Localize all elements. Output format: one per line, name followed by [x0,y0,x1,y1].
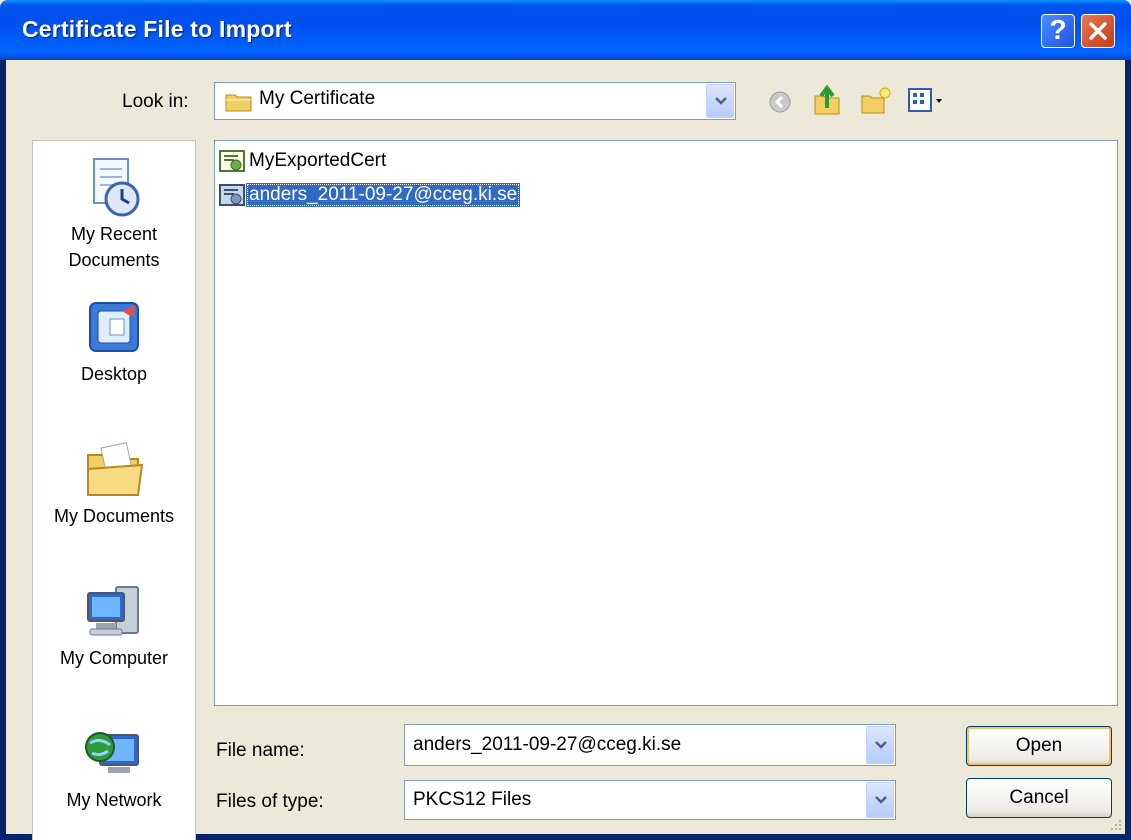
chevron-down-icon [715,97,727,105]
filename-dropdown-button[interactable] [866,726,894,764]
filename-label: File name: [216,740,305,761]
cancel-button[interactable]: Cancel [966,778,1112,818]
certificate-file-icon [219,150,245,172]
dialog-window: Certificate File to Import ? Look in: My… [0,0,1131,840]
chevron-down-icon [875,796,887,804]
place-label: Desktop [80,364,148,384]
open-button[interactable]: Open [966,726,1112,766]
my-network-icon [85,732,139,773]
place-label-line2: Documents [68,250,160,270]
folder-icon [225,94,252,112]
close-icon [1089,22,1107,40]
place-label: My Documents [53,506,175,526]
help-icon: ? [1049,14,1067,45]
dialog-client: Look in: My Certificate My Recent Docume… [6,60,1125,840]
recent-documents-icon [93,158,140,217]
view-menu-icon[interactable] [908,88,948,114]
chevron-down-icon [875,741,887,749]
file-list[interactable]: MyExportedCert anders_2011-09-27@cceg.ki… [214,140,1118,706]
list-item-selected[interactable]: anders_2011-09-27@cceg.ki.se [218,181,521,209]
place-my-network[interactable]: My Network [33,723,195,813]
filetype-value: PKCS12 Files [413,789,532,810]
help-button[interactable]: ? [1041,14,1075,48]
filename-combo[interactable]: anders_2011-09-27@cceg.ki.se [404,724,896,766]
filetype-label: Files of type: [216,791,324,812]
lookin-dropdown-button[interactable] [706,84,734,118]
certificate-file-icon [219,184,245,206]
lookin-value: My Certificate [259,88,376,109]
my-computer-icon [87,586,139,636]
place-desktop[interactable]: Desktop [33,297,195,387]
file-name: anders_2011-09-27@cceg.ki.se [246,183,521,207]
place-my-documents[interactable]: My Documents [33,439,195,529]
list-item[interactable]: MyExportedCert [218,147,389,175]
title-bar[interactable]: Certificate File to Import ? [0,0,1131,60]
new-folder-icon[interactable] [860,86,892,116]
filename-input[interactable]: anders_2011-09-27@cceg.ki.se [413,734,681,756]
my-documents-icon [87,442,144,496]
back-icon[interactable] [768,90,792,114]
lookin-combo[interactable]: My Certificate [214,82,736,120]
file-name: MyExportedCert [249,150,387,171]
up-folder-icon[interactable] [812,84,842,116]
place-label: My Network [66,790,162,810]
desktop-icon [89,302,139,352]
place-my-recent-documents[interactable]: My Recent Documents [33,157,195,273]
resize-grip-icon[interactable] [1107,816,1123,832]
filetype-combo[interactable]: PKCS12 Files [404,780,896,820]
place-label: My Recent [70,224,158,244]
lookin-label: Look in: [122,91,189,112]
filetype-dropdown-button[interactable] [866,782,894,818]
dialog-title: Certificate File to Import [22,16,292,42]
places-bar: My Recent Documents Desktop My Documents… [32,140,196,840]
place-label: My Computer [59,648,169,668]
place-my-computer[interactable]: My Computer [33,581,195,671]
close-button[interactable] [1081,14,1115,48]
